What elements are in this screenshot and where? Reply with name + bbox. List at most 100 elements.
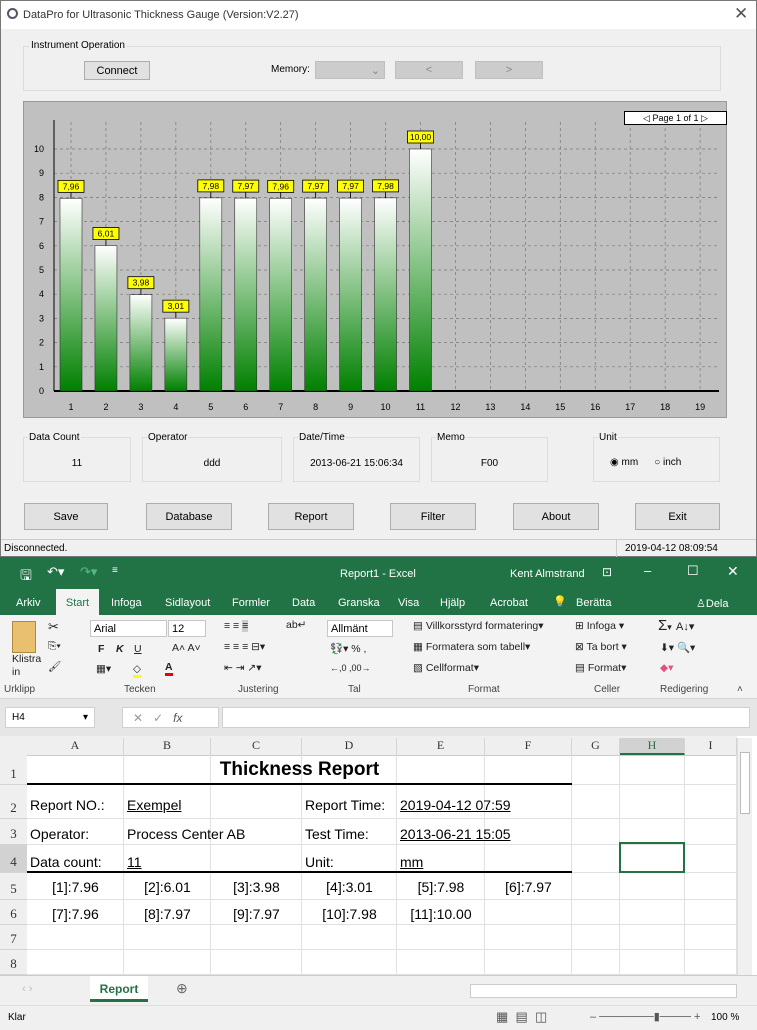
reading-cell[interactable]: [9]:7.97	[211, 906, 302, 922]
memory-dropdown[interactable]: ⌄	[315, 61, 385, 79]
fill-find-icons[interactable]: ⬇▾ 🔍▾	[660, 641, 695, 654]
format-painter-icon[interactable]: 🖌	[48, 660, 61, 673]
font-size-select[interactable]: 12	[168, 620, 206, 637]
row-header-7[interactable]: 7	[0, 925, 27, 950]
font-grow-icon[interactable]: A˄ A˅	[172, 642, 201, 654]
cell-a4[interactable]: Data count:	[30, 854, 102, 870]
page-next-icon[interactable]: ▷	[701, 113, 708, 123]
borders-icon[interactable]: ▦▾	[96, 663, 111, 675]
unit-mm-radio[interactable]: ◉ mm	[610, 457, 638, 468]
connect-button[interactable]: Connect	[84, 61, 150, 80]
report-title[interactable]: Thickness Report	[27, 759, 572, 781]
row-header-2[interactable]: 2	[0, 785, 27, 819]
fill-color-icon[interactable]: ◇	[133, 663, 142, 678]
cell-a3[interactable]: Operator:	[30, 826, 89, 842]
cell-styles-button[interactable]: ▧ Cellformat▾	[413, 662, 479, 674]
reading-cell[interactable]: [10]:7.98	[302, 906, 397, 922]
save-icon[interactable]: 🖫	[20, 565, 32, 589]
maximize-icon[interactable]: ☐	[687, 563, 699, 579]
format-as-table-button[interactable]: ▦ Formatera som tabell▾	[413, 641, 530, 653]
view-icons[interactable]: ▦ ▤ ◫	[496, 1009, 547, 1025]
column-header-b[interactable]: B	[124, 738, 211, 755]
reading-cell[interactable]: [1]:7.96	[27, 879, 124, 895]
clear-icon[interactable]: ◆▾	[660, 662, 673, 674]
sheet-nav-icons[interactable]: ‹ ›	[22, 983, 32, 995]
close-icon[interactable]: ✕	[734, 4, 748, 24]
underline-button[interactable]: U	[134, 643, 142, 655]
column-header-g[interactable]: G	[572, 738, 620, 755]
tab-granska[interactable]: Granska	[338, 597, 380, 609]
reading-cell[interactable]: [8]:7.97	[124, 906, 211, 922]
share-button[interactable]: ♙Dela	[696, 597, 729, 610]
database-button[interactable]: Database	[146, 503, 232, 530]
number-format-select[interactable]: Allmänt	[327, 620, 393, 637]
tab-formler[interactable]: Formler	[232, 597, 270, 609]
name-box[interactable]: H4 ▾	[5, 707, 95, 728]
tab-data[interactable]: Data	[292, 597, 315, 609]
column-header-a[interactable]: A	[27, 738, 124, 755]
bold-button[interactable]: F	[98, 643, 104, 655]
vertical-scrollbar[interactable]	[737, 738, 752, 975]
column-header-c[interactable]: C	[211, 738, 302, 755]
tab-infoga[interactable]: Infoga	[111, 597, 142, 609]
cell-e2[interactable]: 2019-04-12 07:59	[400, 797, 511, 813]
copy-icon[interactable]: ⎘▾	[48, 640, 61, 653]
about-button[interactable]: About	[513, 503, 599, 530]
chart-pager[interactable]: ◁ Page 1 of 1 ▷	[624, 111, 727, 125]
customize-qat-icon[interactable]: ≡	[112, 565, 118, 576]
row-header-8[interactable]: 8	[0, 950, 27, 975]
cell-d4[interactable]: Unit:	[305, 854, 334, 870]
tab-visa[interactable]: Visa	[398, 597, 419, 609]
enter-icon[interactable]: ✓	[153, 711, 163, 725]
page-prev-icon[interactable]: ◁	[643, 113, 650, 123]
row-header-4[interactable]: 4	[0, 845, 27, 873]
font-name-select[interactable]: Arial	[90, 620, 167, 637]
collapse-ribbon-icon[interactable]: ˄	[737, 684, 743, 695]
report-button[interactable]: Report	[268, 503, 354, 530]
paste-icon[interactable]	[12, 621, 36, 653]
tab-acrobat[interactable]: Acrobat	[490, 597, 528, 609]
font-color-icon[interactable]: A	[165, 661, 173, 676]
reading-cell[interactable]: [6]:7.97	[485, 879, 572, 895]
zoom-slider[interactable]: – ───────▮──── +	[590, 1010, 700, 1023]
cut-icon[interactable]: ✂	[48, 619, 59, 635]
tab-sidlayout[interactable]: Sidlayout	[165, 597, 210, 609]
reading-cell[interactable]: [3]:3.98	[211, 879, 302, 895]
tell-me[interactable]: Berätta	[576, 597, 611, 609]
redo-icon[interactable]: ↷▾	[80, 564, 97, 580]
row-header-1[interactable]: 1	[0, 755, 27, 785]
zoom-level[interactable]: 100 %	[711, 1012, 739, 1023]
formula-input[interactable]	[222, 707, 750, 728]
unit-inch-radio[interactable]: ○ inch	[654, 457, 681, 468]
currency-percent-icons[interactable]: 💱▾ % ,	[330, 642, 366, 655]
paste-button[interactable]: Klistra in	[12, 653, 42, 679]
wrap-text-icon[interactable]: ab↵	[286, 619, 306, 631]
row-header-6[interactable]: 6	[0, 900, 27, 925]
row-header-5[interactable]: 5	[0, 873, 27, 900]
tab-arkiv[interactable]: Arkiv	[16, 597, 40, 609]
cell-d2[interactable]: Report Time:	[305, 797, 385, 813]
format-cells-button[interactable]: ▤ Format▾	[575, 662, 626, 674]
selected-cell-h4[interactable]	[619, 842, 685, 873]
reading-cell[interactable]: [2]:6.01	[124, 879, 211, 895]
column-header-h[interactable]: H	[620, 738, 685, 755]
minimize-icon[interactable]: –	[644, 563, 651, 578]
cell-a2[interactable]: Report NO.:	[30, 797, 105, 813]
add-sheet-icon[interactable]: ⊕	[176, 980, 188, 997]
decimal-icons[interactable]: ←,0 ,00→	[330, 663, 371, 673]
reading-cell[interactable]: [11]:10.00	[397, 906, 485, 922]
function-icon[interactable]: fx	[173, 711, 182, 725]
reading-cell[interactable]: [5]:7.98	[397, 879, 485, 895]
sheet-tab-report[interactable]: Report	[90, 976, 148, 1002]
insert-cells-button[interactable]: ⊞ Infoga ▾	[575, 620, 624, 632]
memory-prev-button[interactable]: <	[395, 61, 463, 79]
cell-e4[interactable]: mm	[400, 854, 423, 870]
tab-start[interactable]: Start	[56, 589, 99, 615]
autosum-icon[interactable]: Σ▾ A↓▾	[658, 617, 694, 634]
save-button[interactable]: Save	[24, 503, 108, 530]
cell-d3[interactable]: Test Time:	[305, 826, 369, 842]
close-icon[interactable]: ✕	[727, 563, 739, 580]
tab-hjalp[interactable]: Hjälp	[440, 597, 465, 609]
column-header-f[interactable]: F	[485, 738, 572, 755]
cancel-icon[interactable]: ✕	[133, 711, 143, 725]
